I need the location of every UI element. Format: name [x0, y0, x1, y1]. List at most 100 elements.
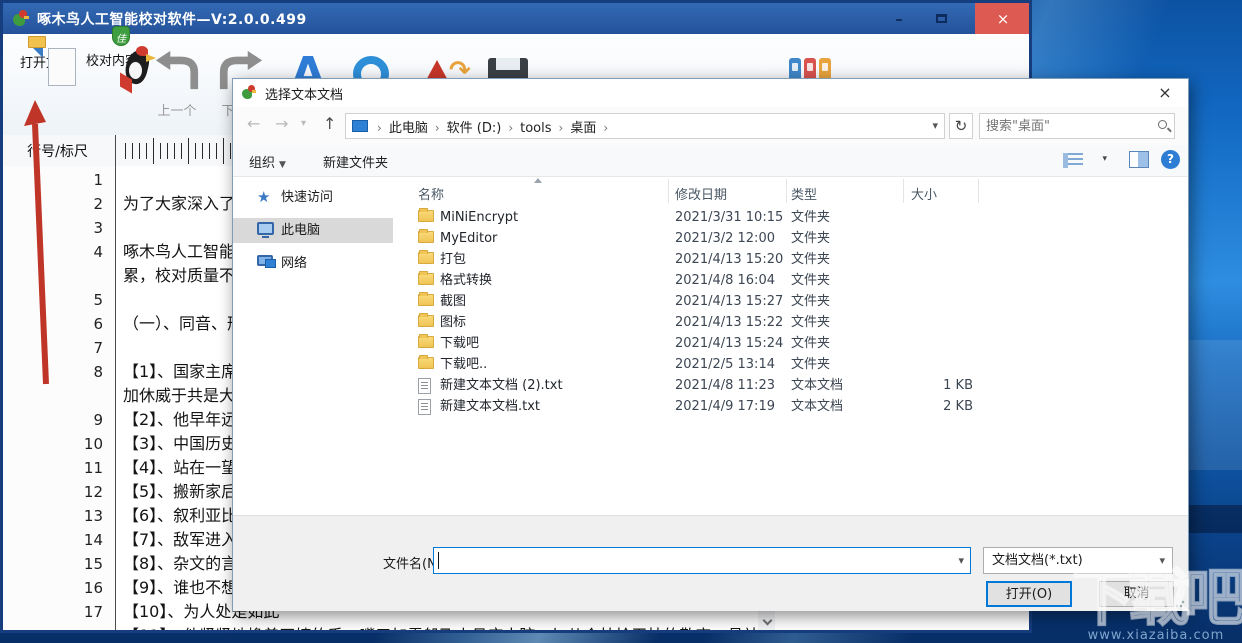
up-button[interactable]: ↑: [323, 114, 336, 133]
folder-icon: [418, 336, 434, 348]
breadcrumb-separator: ›: [600, 121, 611, 135]
new-folder-button[interactable]: 新建文件夹: [323, 152, 388, 171]
line-number: 9: [3, 408, 103, 432]
column-header-name[interactable]: 名称: [418, 184, 444, 203]
file-dialog: 选择文本文档 × ← → ▾ ↑ ›此电脑›软件 (D:)›tools›桌面› …: [232, 78, 1189, 611]
filetype-value: 文档文档(*.txt): [984, 553, 1083, 568]
resize-grip[interactable]: [1175, 598, 1185, 608]
maximize-button[interactable]: [923, 3, 959, 34]
file-row[interactable]: 图标 2021/4/13 15:22 文件夹: [398, 312, 1188, 333]
file-type: 文件夹: [791, 354, 830, 375]
file-row[interactable]: 格式转换2021/4/8 16:04文件夹: [398, 270, 1188, 291]
editor-line-text: 【11】、他紧紧地搀着四姨的手，嘴三加雷船飞山月应大院，匕儿个杜拾无枝的敬宓，具…: [123, 624, 758, 633]
minimize-button[interactable]: –: [881, 3, 917, 34]
dialog-bottom-bar: 文件名(N): ▾ 文档文档(*.txt) ▾ 打开(O) 取消: [233, 515, 1188, 611]
breadcrumb-separator: ›: [556, 121, 567, 135]
open-document-button[interactable]: 打开文档: [15, 48, 77, 71]
filename-input[interactable]: ▾: [433, 547, 971, 574]
folder-icon: [418, 315, 434, 327]
column-header-type[interactable]: 类型: [791, 184, 817, 203]
file-date: 2021/4/8 11:23: [675, 375, 775, 396]
breadcrumb-item[interactable]: tools: [516, 121, 555, 136]
file-name: 下载吧..: [440, 354, 487, 375]
refresh-button[interactable]: ↻: [949, 113, 973, 139]
file-row[interactable]: 下载吧.. 2021/2/5 13:14 文件夹: [398, 354, 1188, 375]
filename-dropdown-button[interactable]: ▾: [958, 554, 964, 567]
file-row[interactable]: 下载吧2021/4/13 15:24文件夹: [398, 333, 1188, 354]
breadcrumb-item[interactable]: 此电脑: [385, 121, 432, 136]
sidebar-item-this-pc[interactable]: 此电脑: [233, 218, 393, 243]
breadcrumb-item[interactable]: 桌面: [566, 121, 600, 136]
file-row[interactable]: 新建文本文档.txt2021/4/9 17:19文本文档2 KB: [398, 396, 1188, 417]
file-name: 新建文本文档 (2).txt: [440, 375, 563, 396]
open-button[interactable]: 打开(O): [986, 581, 1072, 607]
editor-line[interactable]: 18 【11】、他紧紧地搀着四姨的手，嘴三加雷船飞山月应大院，匕儿个杜拾无枝的敬宓…: [3, 624, 758, 633]
back-button[interactable]: ←: [247, 114, 260, 133]
sidebar-item-network[interactable]: 网络: [233, 251, 393, 276]
dialog-close-button[interactable]: ×: [1142, 79, 1188, 107]
file-row[interactable]: MiNiEncrypt2021/3/31 10:15文件夹: [398, 207, 1188, 228]
proofread-content-button[interactable]: 校对内容: [81, 46, 143, 69]
file-type: 文件夹: [791, 228, 830, 249]
address-bar[interactable]: ›此电脑›软件 (D:)›tools›桌面› ▾: [345, 113, 945, 139]
folder-icon: [418, 357, 434, 369]
sidebar-item-label: 此电脑: [281, 218, 320, 243]
dialog-toolbar: 组织▼ 新建文件夹 ▾ ?: [233, 145, 1188, 177]
history-dropdown-button[interactable]: ▾: [301, 118, 306, 129]
organize-button[interactable]: 组织▼: [249, 152, 286, 171]
column-header-size[interactable]: 大小: [911, 184, 937, 203]
file-name: MiNiEncrypt: [440, 207, 518, 228]
file-name: 下载吧: [440, 333, 479, 354]
file-type: 文件夹: [791, 333, 830, 354]
address-dropdown-button[interactable]: ▾: [932, 119, 938, 132]
dialog-sidebar: ★快速访问此电脑网络: [233, 177, 398, 515]
preview-pane-button[interactable]: [1129, 151, 1149, 168]
line-number: 12: [3, 480, 103, 504]
file-size: 1 KB: [893, 375, 973, 396]
file-row[interactable]: 截图2021/4/13 15:27文件夹: [398, 291, 1188, 312]
view-options-button[interactable]: ▾: [1063, 152, 1107, 170]
file-date: 2021/4/13 15:27: [675, 291, 783, 312]
line-number: 15: [3, 552, 103, 576]
network-icon: [257, 255, 273, 266]
file-name: 打包: [440, 249, 466, 270]
filetype-select[interactable]: 文档文档(*.txt) ▾: [983, 547, 1173, 574]
file-row[interactable]: 打包2021/4/13 15:20文件夹: [398, 249, 1188, 270]
file-date: 2021/4/13 15:22: [675, 312, 783, 333]
search-box: [979, 113, 1175, 139]
previous-label: 上一个: [151, 100, 203, 119]
dialog-titlebar: 选择文本文档: [233, 79, 1188, 107]
breadcrumb: ›此电脑›软件 (D:)›tools›桌面›: [374, 117, 611, 136]
file-name: 新建文本文档.txt: [440, 396, 540, 417]
app-titlebar: 啄木鸟人工智能校对软件—V:2.0.0.499: [3, 3, 1029, 34]
file-row[interactable]: 新建文本文档 (2).txt2021/4/8 11:23文本文档1 KB: [398, 375, 1188, 396]
file-size: 2 KB: [893, 396, 973, 417]
breadcrumb-separator: ›: [374, 121, 385, 135]
file-date: 2021/2/5 13:14: [675, 354, 775, 375]
column-header-date[interactable]: 修改日期: [675, 184, 727, 203]
file-date: 2021/4/8 16:04: [675, 270, 775, 291]
search-input[interactable]: [986, 116, 1146, 136]
sidebar-item-quick-access[interactable]: ★快速访问: [233, 185, 393, 210]
line-number: 11: [3, 456, 103, 480]
scroll-down-icon[interactable]: [760, 615, 774, 630]
text-file-icon: [418, 378, 431, 394]
help-button[interactable]: ?: [1161, 150, 1180, 169]
file-row[interactable]: MyEditor2021/3/2 12:00文件夹: [398, 228, 1188, 249]
file-date: 2021/3/2 12:00: [675, 228, 775, 249]
line-number: 10: [3, 432, 103, 456]
file-type: 文件夹: [791, 270, 830, 291]
curved-arrow-left-icon: [154, 48, 200, 92]
line-number: 17: [3, 600, 103, 624]
file-type: 文件夹: [791, 312, 830, 333]
breadcrumb-item[interactable]: 软件 (D:): [443, 121, 506, 136]
folder-icon: [418, 231, 434, 243]
previous-button[interactable]: 上一个: [151, 48, 203, 119]
maximize-icon: [936, 14, 947, 23]
close-button[interactable]: ×: [975, 3, 1031, 34]
app-title: 啄木鸟人工智能校对软件—V:2.0.0.499: [37, 9, 307, 29]
cancel-button[interactable]: 取消: [1099, 581, 1174, 607]
file-name: 图标: [440, 312, 466, 333]
forward-button[interactable]: →: [275, 114, 288, 133]
line-number: 18: [3, 624, 103, 633]
